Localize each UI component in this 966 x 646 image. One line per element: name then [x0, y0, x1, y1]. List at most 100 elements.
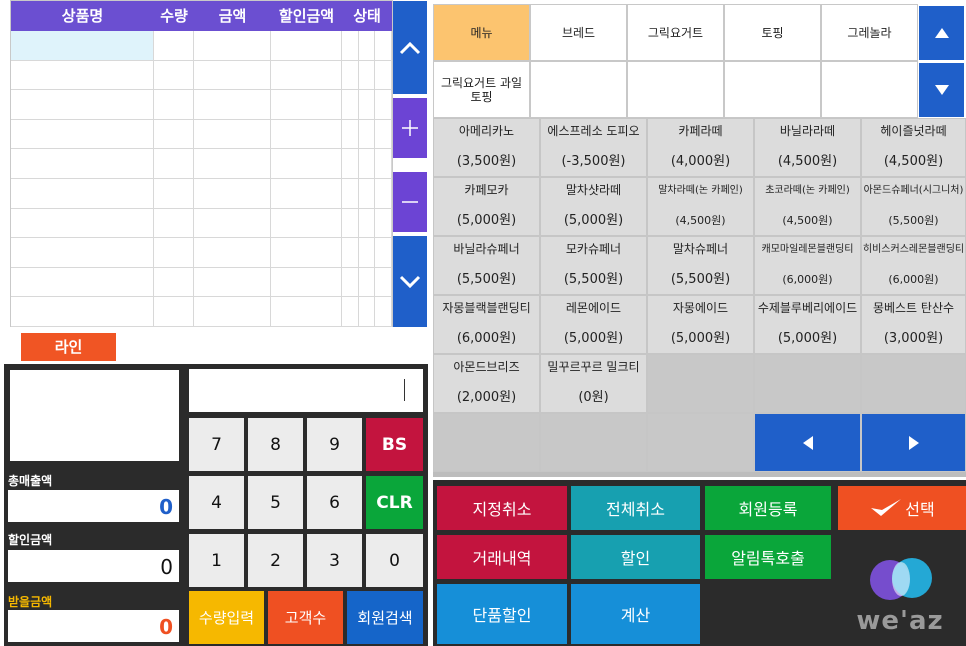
checkout-button[interactable]: 계산: [571, 584, 700, 644]
tab-prev-page-button[interactable]: [919, 6, 964, 60]
product-button[interactable]: 몽베스트 탄산수 (3,000원): [861, 295, 966, 354]
discount-amount-value: 0: [160, 555, 173, 579]
tab-greek-yogurt[interactable]: 그릭요거트: [627, 4, 724, 61]
product-price: (5,500원): [670, 272, 731, 287]
table-cell: [194, 267, 271, 297]
scroll-down-button[interactable]: [393, 236, 427, 327]
product-button[interactable]: 아몬드브리즈 (2,000원): [433, 354, 540, 413]
table-row[interactable]: [11, 238, 392, 268]
table-cell: [271, 238, 342, 267]
product-button[interactable]: 수제블루베리에이드 (5,000원): [754, 295, 861, 354]
product-name: 에스프레소 도피오: [547, 124, 640, 138]
product-button[interactable]: 아몬드슈페너(시그니처) (5,500원): [861, 177, 966, 236]
product-button[interactable]: 자몽블랙블랜딩티 (6,000원): [433, 295, 540, 354]
tab-granola[interactable]: 그레놀라: [821, 4, 918, 61]
table-row[interactable]: [11, 297, 392, 327]
product-button[interactable]: 자몽에이드 (5,000원): [647, 295, 754, 354]
product-button[interactable]: 레몬에이드 (5,000원): [540, 295, 647, 354]
table-row[interactable]: [11, 179, 392, 209]
table-cell: [271, 90, 342, 119]
tab-bread[interactable]: 브레드: [530, 4, 627, 61]
product-button[interactable]: 밀꾸르꾸르 밀크티 (0원): [540, 354, 647, 413]
member-register-button[interactable]: 회원등록: [705, 486, 831, 530]
discount-button[interactable]: 할인: [571, 535, 700, 579]
decrease-qty-button[interactable]: [393, 172, 427, 232]
line-tag: 라인: [21, 333, 116, 361]
select-button[interactable]: 선택: [838, 486, 966, 530]
product-price: (5,000원): [777, 331, 838, 346]
table-cell: [271, 179, 342, 208]
product-button[interactable]: 말차샷라떼 (5,000원): [540, 177, 647, 236]
designated-cancel-button[interactable]: 지정취소: [437, 486, 567, 530]
table-cell: [194, 149, 271, 178]
key-2[interactable]: 2: [248, 534, 303, 587]
backspace-button[interactable]: BS: [366, 418, 423, 471]
table-cell: [375, 179, 392, 208]
receive-amount-label: 받을금액: [8, 595, 53, 609]
key-9[interactable]: 9: [307, 418, 362, 471]
product-button[interactable]: 말차슈페너 (5,500원): [647, 236, 754, 295]
tab-menu[interactable]: 메뉴: [433, 4, 530, 61]
order-table[interactable]: 상품명 수량 금액 할인금액 상태: [10, 0, 393, 327]
number-input-display[interactable]: [189, 369, 423, 412]
product-button[interactable]: 말차라떼(논 카페인) (4,500원): [647, 177, 754, 236]
key-5[interactable]: 5: [248, 476, 303, 529]
table-cell: [342, 149, 359, 178]
product-button[interactable]: 초코라떼(논 카페인) (4,500원): [754, 177, 861, 236]
transaction-history-button[interactable]: 거래내역: [437, 535, 567, 579]
product-button[interactable]: 히비스커스레몬블랜딩티 (6,000원): [861, 236, 966, 295]
product-price: (5,000원): [563, 331, 624, 346]
product-button[interactable]: 에스프레소 도피오 (-3,500원): [540, 118, 647, 177]
product-slot-empty: [754, 354, 861, 413]
clear-button[interactable]: CLR: [366, 476, 423, 529]
table-row[interactable]: [11, 119, 392, 150]
scroll-up-button[interactable]: [393, 1, 427, 94]
member-search-button[interactable]: 회원검색: [347, 591, 423, 644]
key-0[interactable]: 0: [366, 534, 423, 587]
product-button[interactable]: 캐모마일레몬블랜딩티 (6,000원): [754, 236, 861, 295]
tab-next-page-button[interactable]: [919, 63, 964, 117]
table-row[interactable]: [11, 31, 392, 61]
table-body[interactable]: [11, 31, 392, 327]
product-button[interactable]: 바닐라라떼 (4,500원): [754, 118, 861, 177]
product-prev-page-button[interactable]: [754, 413, 861, 472]
total-sales-box: 0: [8, 490, 179, 522]
tab-greek-yogurt-fruit-topping[interactable]: 그릭요거트 과일 토핑: [433, 61, 530, 118]
tab-topping[interactable]: 토핑: [724, 4, 821, 61]
key-7[interactable]: 7: [189, 418, 244, 471]
table-row[interactable]: [11, 208, 392, 239]
product-next-page-button[interactable]: [861, 413, 966, 472]
discount-amount-box: 0: [8, 550, 179, 582]
product-name: 말차샷라떼: [565, 183, 622, 197]
key-6[interactable]: 6: [307, 476, 362, 529]
table-row[interactable]: [11, 267, 392, 298]
product-button[interactable]: 헤이즐넛라떼 (4,500원): [861, 118, 966, 177]
key-4[interactable]: 4: [189, 476, 244, 529]
column-header-qty: 수량: [160, 7, 188, 25]
product-name: 바닐라라떼: [779, 124, 836, 138]
table-cell: [359, 60, 375, 90]
item-discount-button[interactable]: 단품할인: [437, 584, 567, 644]
qty-input-button[interactable]: 수량입력: [189, 591, 264, 644]
increase-qty-button[interactable]: [393, 98, 427, 158]
key-1[interactable]: 1: [189, 534, 244, 587]
table-row[interactable]: [11, 60, 392, 91]
brand-logo: we'az: [850, 552, 950, 642]
product-button[interactable]: 모카슈페너 (5,500원): [540, 236, 647, 295]
key-3[interactable]: 3: [307, 534, 362, 587]
product-button[interactable]: 카페라떼 (4,000원): [647, 118, 754, 177]
product-button[interactable]: 바닐라슈페너 (5,500원): [433, 236, 540, 295]
key-8[interactable]: 8: [248, 418, 303, 471]
table-cell: [11, 31, 154, 60]
cancel-all-button[interactable]: 전체취소: [571, 486, 700, 530]
product-button[interactable]: 아메리카노 (3,500원): [433, 118, 540, 177]
product-price: (4,500원): [883, 154, 944, 169]
product-name: 말차라떼(논 카페인): [658, 185, 743, 196]
table-row[interactable]: [11, 90, 392, 120]
product-price: (4,000원): [670, 154, 731, 169]
customer-count-button[interactable]: 고객수: [268, 591, 343, 644]
table-row[interactable]: [11, 149, 392, 179]
product-button[interactable]: 카페모카 (5,000원): [433, 177, 540, 236]
table-cell: [375, 90, 392, 119]
alimtalk-call-button[interactable]: 알림톡호출: [705, 535, 831, 579]
